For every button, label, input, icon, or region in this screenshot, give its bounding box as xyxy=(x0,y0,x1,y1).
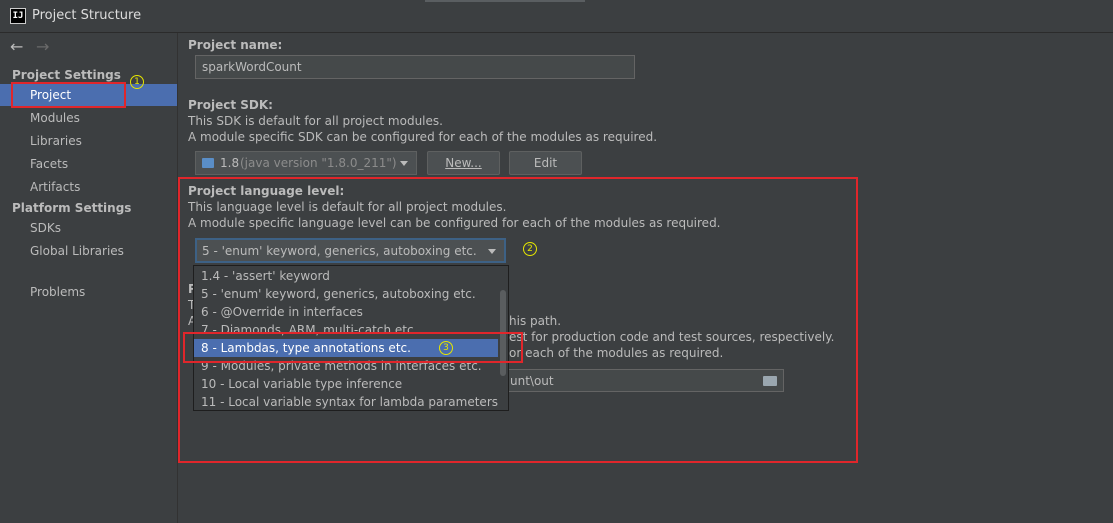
annotation-box-1 xyxy=(11,82,126,108)
project-settings-header: Project Settings xyxy=(12,68,121,82)
chevron-down-icon xyxy=(400,161,408,166)
sdk-version-detail: (java version "1.8.0_211") xyxy=(240,156,397,170)
new-sdk-button[interactable]: New... xyxy=(427,151,500,175)
platform-settings-header: Platform Settings xyxy=(12,201,132,215)
sidebar-item-problems[interactable]: Problems xyxy=(0,281,177,303)
sidebar-item-sdks[interactable]: SDKs xyxy=(0,217,177,239)
annotation-marker-3: 3 xyxy=(439,341,453,355)
annotation-marker-1: 1 xyxy=(130,75,144,89)
edit-sdk-button[interactable]: Edit xyxy=(509,151,582,175)
sdk-version: 1.8 xyxy=(220,156,240,170)
sidebar-item-global-libraries[interactable]: Global Libraries xyxy=(0,240,177,262)
arrow-left-icon[interactable]: ← xyxy=(10,37,23,56)
top-edge-strip xyxy=(425,0,585,2)
title-bar: IJ Project Structure xyxy=(0,0,1113,33)
sdk-description-2: A module specific SDK can be configured … xyxy=(188,130,658,144)
sidebar-item-modules[interactable]: Modules xyxy=(0,107,177,129)
sidebar-item-libraries[interactable]: Libraries xyxy=(0,130,177,152)
project-name-input[interactable]: sparkWordCount xyxy=(195,55,635,79)
sidebar-item-artifacts[interactable]: Artifacts xyxy=(0,176,177,198)
jdk-folder-icon xyxy=(202,158,214,168)
annotation-box-3 xyxy=(183,332,523,363)
annotation-marker-2: 2 xyxy=(523,242,537,256)
annotation-box-language-section xyxy=(178,177,858,463)
window-title: Project Structure xyxy=(32,8,142,23)
sdk-description-1: This SDK is default for all project modu… xyxy=(188,114,443,128)
intellij-app-icon: IJ xyxy=(10,8,26,24)
sidebar-item-facets[interactable]: Facets xyxy=(0,153,177,175)
sdk-dropdown[interactable]: 1.8 (java version "1.8.0_211") xyxy=(195,151,417,175)
arrow-right-icon[interactable]: → xyxy=(36,37,49,56)
project-sdk-label: Project SDK: xyxy=(188,98,273,112)
project-name-label: Project name: xyxy=(188,38,283,52)
